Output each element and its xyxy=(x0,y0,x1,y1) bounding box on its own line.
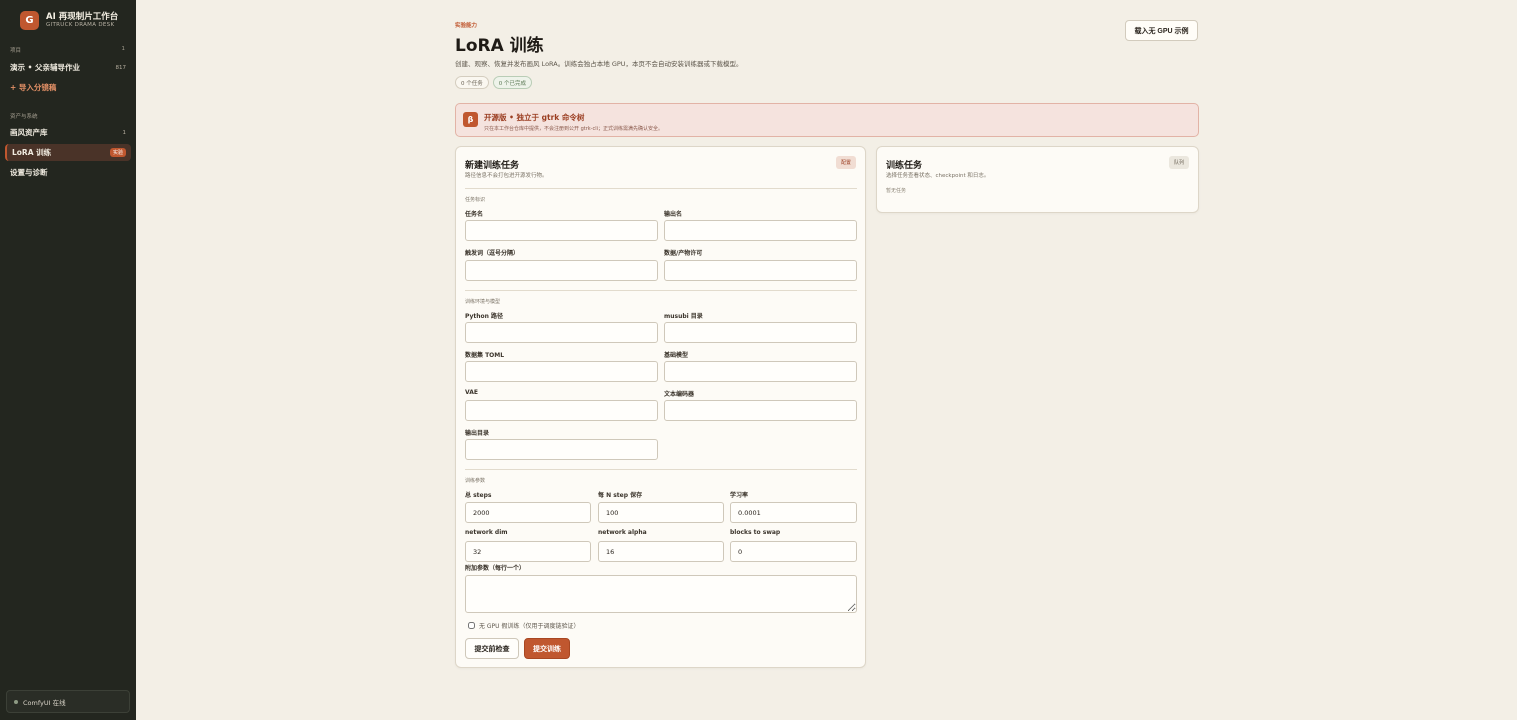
save-every-input[interactable] xyxy=(598,502,724,523)
base-model-input[interactable] xyxy=(664,361,857,382)
status-text: ComfyUI 在线 xyxy=(23,698,66,707)
app-title: AI 再现制片工作台 xyxy=(46,12,119,22)
page-eyebrow: 实验能力 xyxy=(455,23,478,29)
section-label-assets: 资产与系统 xyxy=(10,114,38,120)
steps-label: 总 steps xyxy=(465,492,492,499)
beta-icon: β xyxy=(463,112,478,127)
task-count-chip: 0 个任务 xyxy=(455,76,489,89)
card-subtitle: 选择任务查看状态、checkpoint 和日志。 xyxy=(886,173,990,179)
brand[interactable]: G AI 再现制片工作台 GITRUCK DRAMA DESK xyxy=(20,11,118,30)
training-queue-card: 训练任务 选择任务查看状态、checkpoint 和日志。 队列 暂无任务 xyxy=(876,146,1199,213)
sidebar-item-project[interactable]: 演示 • 父亲辅导作业 817 xyxy=(5,59,131,76)
learning-rate-label: 学习率 xyxy=(730,492,749,499)
alert-text: 只在本工作台仓库中提供，不会注册到公开 gtrk-cli；正式训练需满先确认安全… xyxy=(484,126,664,132)
group-label-identity: 任务标识 xyxy=(465,197,486,203)
sidebar-item-style-library[interactable]: 画风资产库 1 xyxy=(5,124,131,141)
sidebar: G AI 再现制片工作台 GITRUCK DRAMA DESK 项目 1 演示 … xyxy=(0,0,136,720)
section-count-projects: 1 xyxy=(121,46,126,52)
group-label-environment: 训练环境与模型 xyxy=(465,299,501,305)
card-title: 新建训练任务 xyxy=(465,161,520,171)
sidebar-item-settings[interactable]: 设置与诊断 xyxy=(5,164,131,181)
blocks-to-swap-label: blocks to swap xyxy=(730,529,781,536)
precheck-button[interactable]: 提交前检查 xyxy=(465,638,519,659)
license-input[interactable] xyxy=(664,260,857,281)
queue-tag: 队列 xyxy=(1168,156,1189,169)
status-dot-icon xyxy=(14,699,18,704)
comfyui-status: ComfyUI 在线 xyxy=(6,690,130,713)
base-model-label: 基础模型 xyxy=(664,352,689,359)
summary-chips: 0 个任务 0 个已完成 xyxy=(455,76,532,89)
task-name-label: 任务名 xyxy=(465,211,484,218)
alert-title: 开源版 • 独立于 gtrk 命令树 xyxy=(484,113,585,122)
musubi-dir-input[interactable] xyxy=(664,322,857,343)
extra-args-label: 附加参数（每行一个） xyxy=(465,565,526,572)
sidebar-item-label: + 导入分镜稿 xyxy=(10,83,57,92)
steps-input[interactable] xyxy=(465,502,591,523)
sidebar-item-label: LoRA 训练 xyxy=(12,148,52,157)
output-name-label: 输出名 xyxy=(664,211,683,218)
no-gpu-checkbox[interactable] xyxy=(468,622,475,629)
dataset-toml-label: 数据集 TOML xyxy=(465,352,505,359)
load-no-gpu-example-button[interactable]: 载入无 GPU 示例 xyxy=(1125,20,1198,41)
trigger-words-input[interactable] xyxy=(465,260,658,281)
config-tag: 配置 xyxy=(835,156,856,169)
open-source-alert: β 开源版 • 独立于 gtrk 命令树 只在本工作台仓库中提供，不会注册到公开… xyxy=(455,103,1199,137)
python-path-label: Python 路径 xyxy=(465,313,504,320)
vae-input[interactable] xyxy=(465,400,658,421)
musubi-dir-label: musubi 目录 xyxy=(664,313,703,320)
network-alpha-input[interactable] xyxy=(598,541,724,562)
card-subtitle: 路径信息不会打包进开源发行物。 xyxy=(465,173,548,179)
output-dir-label: 输出目录 xyxy=(465,430,490,437)
text-encoder-input[interactable] xyxy=(664,400,857,421)
network-dim-input[interactable] xyxy=(465,541,591,562)
learning-rate-input[interactable] xyxy=(730,502,857,523)
sidebar-item-label: 设置与诊断 xyxy=(10,168,48,177)
python-path-input[interactable] xyxy=(465,322,658,343)
submit-training-button[interactable]: 提交训练 xyxy=(524,638,570,659)
completed-count-chip: 0 个已完成 xyxy=(492,76,532,89)
app-subtitle: GITRUCK DRAMA DESK xyxy=(46,21,115,28)
network-alpha-label: network alpha xyxy=(598,529,647,536)
empty-queue-text: 暂无任务 xyxy=(886,188,907,194)
experimental-badge: 实验 xyxy=(109,148,126,157)
no-gpu-option[interactable]: 无 GPU 假训练（仅用于调度链验证） xyxy=(468,621,579,630)
no-gpu-label: 无 GPU 假训练（仅用于调度链验证） xyxy=(479,623,580,630)
import-storyboard-link[interactable]: + 导入分镜稿 xyxy=(5,79,131,96)
blocks-to-swap-input[interactable] xyxy=(730,541,857,562)
sidebar-item-label: 演示 • 父亲辅导作业 xyxy=(10,63,81,72)
new-training-task-card: 新建训练任务 路径信息不会打包进开源发行物。 配置 任务标识 任务名 输出名 触… xyxy=(455,146,866,668)
save-every-label: 每 N step 保存 xyxy=(598,492,643,499)
divider xyxy=(465,290,857,291)
output-dir-input[interactable] xyxy=(465,439,658,460)
sidebar-item-label: 画风资产库 xyxy=(10,128,48,137)
divider xyxy=(465,188,857,189)
section-label-projects: 项目 xyxy=(10,48,22,54)
text-encoder-label: 文本编码器 xyxy=(664,391,695,398)
license-label: 数据/产物许可 xyxy=(664,250,703,257)
group-label-params: 训练参数 xyxy=(465,478,486,484)
sidebar-item-meta: 1 xyxy=(122,129,127,136)
sidebar-item-lora-training[interactable]: LoRA 训练 实验 xyxy=(5,144,131,161)
vae-label: VAE xyxy=(465,389,478,396)
divider xyxy=(465,469,857,470)
dataset-toml-input[interactable] xyxy=(465,361,658,382)
app-logo: G xyxy=(20,11,39,30)
extra-args-textarea[interactable] xyxy=(465,575,857,613)
page-title: LoRA 训练 xyxy=(455,36,544,56)
main-content: 实验能力 LoRA 训练 创建、观察、恢复并发布画风 LoRA。训练会独占本地 … xyxy=(136,0,1517,720)
card-title: 训练任务 xyxy=(886,161,923,171)
task-name-input[interactable] xyxy=(465,220,658,241)
output-name-input[interactable] xyxy=(664,220,857,241)
page-description: 创建、观察、恢复并发布画风 LoRA。训练会独占本地 GPU，本页不会自动安装训… xyxy=(455,60,743,68)
network-dim-label: network dim xyxy=(465,529,508,536)
trigger-words-label: 触发词（逗号分隔） xyxy=(465,250,520,257)
sidebar-item-meta: 817 xyxy=(115,64,127,71)
